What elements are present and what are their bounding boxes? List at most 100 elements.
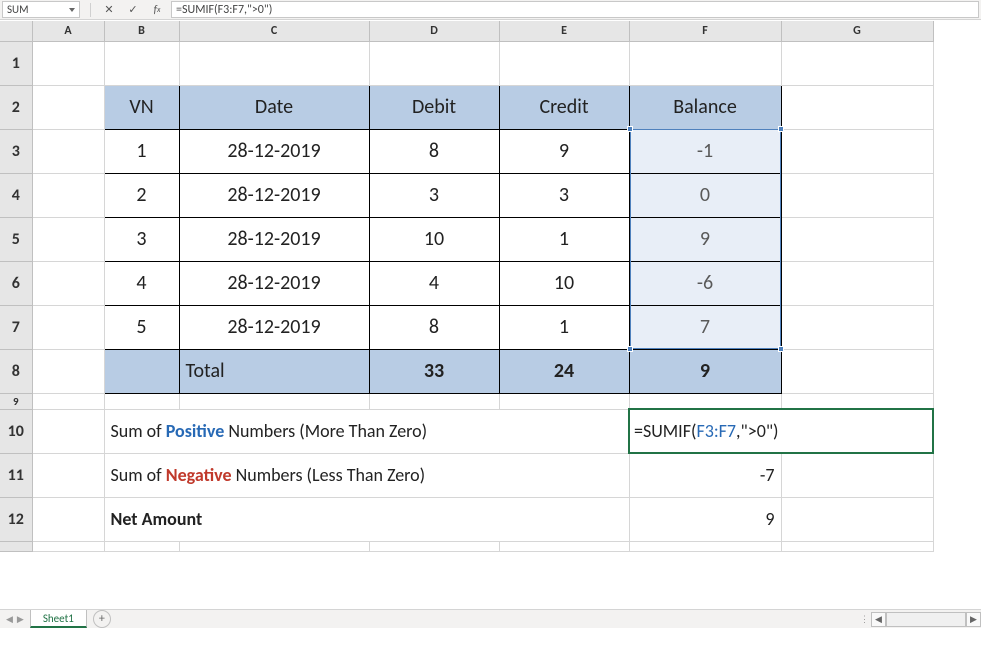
row-header-1[interactable]: 1: [0, 41, 32, 85]
row-header-12[interactable]: 12: [0, 497, 32, 541]
cell[interactable]: [32, 217, 104, 261]
cell[interactable]: [629, 541, 781, 551]
cancel-formula-icon[interactable]: ✕: [101, 2, 117, 18]
select-all-corner[interactable]: [0, 21, 32, 41]
table-row[interactable]: 5: [104, 305, 179, 349]
table-row[interactable]: -1: [629, 129, 781, 173]
cell[interactable]: [781, 497, 933, 541]
row-header-3[interactable]: 3: [0, 129, 32, 173]
cell[interactable]: [179, 541, 369, 551]
table-row[interactable]: 28-12-2019: [179, 261, 369, 305]
cell[interactable]: [781, 85, 933, 129]
table-header-credit[interactable]: Credit: [499, 85, 629, 129]
row-header-7[interactable]: 7: [0, 305, 32, 349]
cell[interactable]: [32, 129, 104, 173]
row-header-6[interactable]: 6: [0, 261, 32, 305]
scroll-left-icon[interactable]: ◀: [871, 612, 886, 627]
table-row[interactable]: 8: [369, 129, 499, 173]
cell[interactable]: [32, 497, 104, 541]
table-row[interactable]: -6: [629, 261, 781, 305]
total-debit[interactable]: 33: [369, 349, 499, 393]
cell[interactable]: [369, 393, 499, 409]
col-header-e[interactable]: E: [499, 21, 629, 41]
cell[interactable]: [781, 173, 933, 217]
cell[interactable]: [781, 393, 933, 409]
table-row[interactable]: 3: [499, 173, 629, 217]
cell[interactable]: [781, 453, 933, 497]
grid[interactable]: A B C D E F G 1 2 VN Date Debit Credit: [0, 21, 981, 609]
table-row[interactable]: 3: [104, 217, 179, 261]
cell[interactable]: [179, 41, 369, 85]
table-row[interactable]: 28-12-2019: [179, 173, 369, 217]
cell[interactable]: [781, 261, 933, 305]
table-header-vn[interactable]: VN: [104, 85, 179, 129]
col-header-c[interactable]: C: [179, 21, 369, 41]
net-amount-value[interactable]: 9: [629, 497, 781, 541]
cell[interactable]: [104, 41, 179, 85]
cell[interactable]: [629, 41, 781, 85]
new-sheet-button[interactable]: +: [93, 610, 111, 628]
name-box[interactable]: SUM: [2, 1, 80, 18]
cell[interactable]: [32, 453, 104, 497]
cell[interactable]: [32, 349, 104, 393]
cell[interactable]: [32, 85, 104, 129]
table-header-date[interactable]: Date: [179, 85, 369, 129]
fx-icon[interactable]: fx: [149, 2, 165, 18]
accept-formula-icon[interactable]: ✓: [125, 2, 141, 18]
tab-nav-prev-icon[interactable]: ◀: [6, 614, 13, 625]
total-blank[interactable]: [104, 349, 179, 393]
cell[interactable]: [369, 41, 499, 85]
table-header-debit[interactable]: Debit: [369, 85, 499, 129]
cell[interactable]: [629, 393, 781, 409]
table-row[interactable]: 28-12-2019: [179, 305, 369, 349]
scroll-right-icon[interactable]: ▶: [966, 612, 981, 627]
sum-negative-label[interactable]: Sum of Negative Numbers (Less Than Zero): [104, 453, 629, 497]
table-row[interactable]: 10: [499, 261, 629, 305]
table-row[interactable]: 28-12-2019: [179, 129, 369, 173]
cell[interactable]: [32, 261, 104, 305]
table-row[interactable]: 2: [104, 173, 179, 217]
row-header-13[interactable]: [0, 541, 32, 551]
cell[interactable]: [781, 129, 933, 173]
total-label[interactable]: Total: [179, 349, 369, 393]
row-header-5[interactable]: 5: [0, 217, 32, 261]
table-row[interactable]: 10: [369, 217, 499, 261]
table-row[interactable]: 3: [369, 173, 499, 217]
table-row[interactable]: 1: [104, 129, 179, 173]
cell[interactable]: [781, 541, 933, 551]
table-row[interactable]: 1: [499, 305, 629, 349]
col-header-g[interactable]: G: [781, 21, 933, 41]
row-header-4[interactable]: 4: [0, 173, 32, 217]
total-balance[interactable]: 9: [629, 349, 781, 393]
total-credit[interactable]: 24: [499, 349, 629, 393]
formula-input[interactable]: =SUMIF(F3:F7,">0"): [171, 1, 979, 18]
cell[interactable]: [499, 393, 629, 409]
cell[interactable]: [32, 393, 104, 409]
table-row[interactable]: 7: [629, 305, 781, 349]
row-header-2[interactable]: 2: [0, 85, 32, 129]
table-row[interactable]: 9: [629, 217, 781, 261]
col-header-f[interactable]: F: [629, 21, 781, 41]
net-amount-label[interactable]: Net Amount: [104, 497, 629, 541]
cell[interactable]: [499, 41, 629, 85]
cell[interactable]: [32, 41, 104, 85]
table-row[interactable]: 4: [104, 261, 179, 305]
table-row[interactable]: 1: [499, 217, 629, 261]
table-row[interactable]: 4: [369, 261, 499, 305]
table-row[interactable]: 28-12-2019: [179, 217, 369, 261]
sum-negative-value[interactable]: -7: [629, 453, 781, 497]
cell[interactable]: [781, 41, 933, 85]
cell[interactable]: [781, 217, 933, 261]
sum-positive-label[interactable]: Sum of Positive Numbers (More Than Zero): [104, 409, 629, 453]
table-row[interactable]: 0: [629, 173, 781, 217]
cell[interactable]: [369, 541, 499, 551]
cell[interactable]: [32, 305, 104, 349]
cell[interactable]: [32, 173, 104, 217]
active-formula-cell[interactable]: =SUMIF(F3:F7,">0"): [629, 409, 933, 453]
col-header-b[interactable]: B: [104, 21, 179, 41]
col-header-a[interactable]: A: [32, 21, 104, 41]
row-header-9[interactable]: 9: [0, 393, 32, 409]
row-header-8[interactable]: 8: [0, 349, 32, 393]
cell[interactable]: [104, 541, 179, 551]
tab-nav-next-icon[interactable]: ▶: [17, 614, 24, 625]
